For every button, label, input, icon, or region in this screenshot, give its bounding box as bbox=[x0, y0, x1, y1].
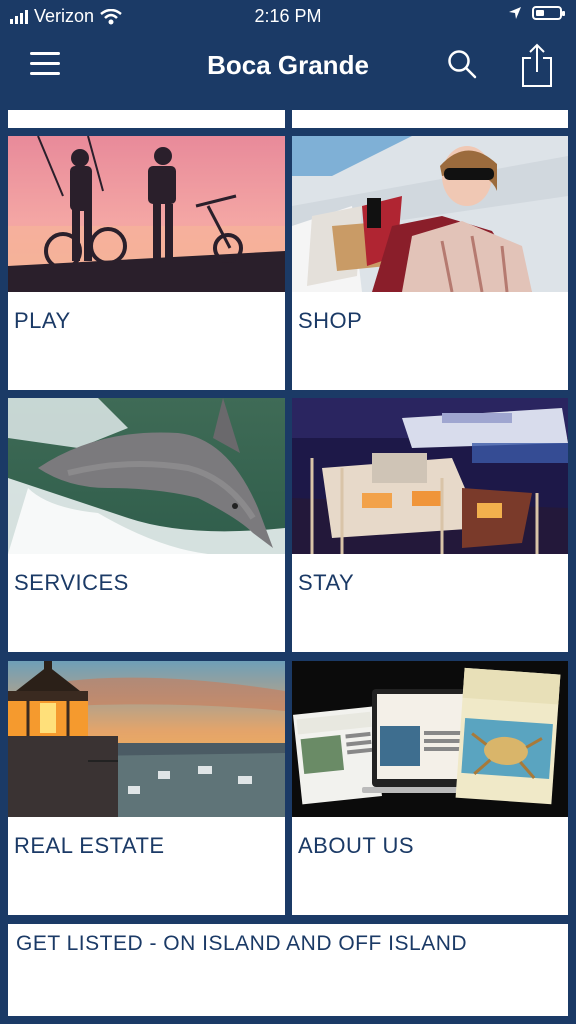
tile-label: ABOUT US bbox=[298, 833, 415, 858]
newspapers-image bbox=[292, 661, 568, 817]
battery-fill bbox=[536, 10, 544, 16]
navigation-bar: Boca Grande bbox=[0, 34, 576, 98]
location-arrow-icon bbox=[509, 7, 521, 19]
page-title: Boca Grande bbox=[207, 50, 369, 80]
tile-real-estate[interactable]: REAL ESTATE bbox=[8, 661, 285, 915]
tile-services[interactable]: SERVICES bbox=[8, 398, 285, 652]
dolphin-image bbox=[8, 398, 285, 554]
tile-label: SERVICES bbox=[14, 570, 129, 595]
status-right bbox=[508, 6, 565, 20]
tile-grid: PLAY SHOP SERVICES STAY REAL ESTATE ABOU… bbox=[0, 98, 576, 1024]
tile-label: PLAY bbox=[14, 308, 71, 333]
tile-about-us[interactable]: ABOUT US bbox=[292, 661, 568, 915]
lighthouse-sunset-image bbox=[8, 661, 285, 817]
partial-tile-left[interactable] bbox=[8, 110, 285, 128]
bikes-sunset-image bbox=[8, 136, 285, 292]
battery-icon bbox=[532, 6, 565, 20]
tile-label: REAL ESTATE bbox=[14, 833, 165, 858]
share-icon[interactable] bbox=[520, 42, 554, 88]
marina-night-image bbox=[292, 398, 568, 554]
shopping-woman-image bbox=[292, 136, 568, 292]
status-bar: Verizon 2:16 PM bbox=[0, 0, 576, 34]
get-listed-banner[interactable]: GET LISTED - ON ISLAND AND OFF ISLAND bbox=[8, 924, 568, 1016]
banner-label: GET LISTED - ON ISLAND AND OFF ISLAND bbox=[16, 932, 468, 955]
partial-tile-right[interactable] bbox=[292, 110, 568, 128]
tile-stay[interactable]: STAY bbox=[292, 398, 568, 652]
search-icon[interactable] bbox=[446, 48, 478, 80]
clock: 2:16 PM bbox=[254, 6, 322, 26]
tile-shop[interactable]: SHOP bbox=[292, 136, 568, 390]
tile-play[interactable]: PLAY bbox=[8, 136, 285, 390]
tile-label: STAY bbox=[298, 570, 355, 595]
tile-label: SHOP bbox=[298, 308, 363, 333]
